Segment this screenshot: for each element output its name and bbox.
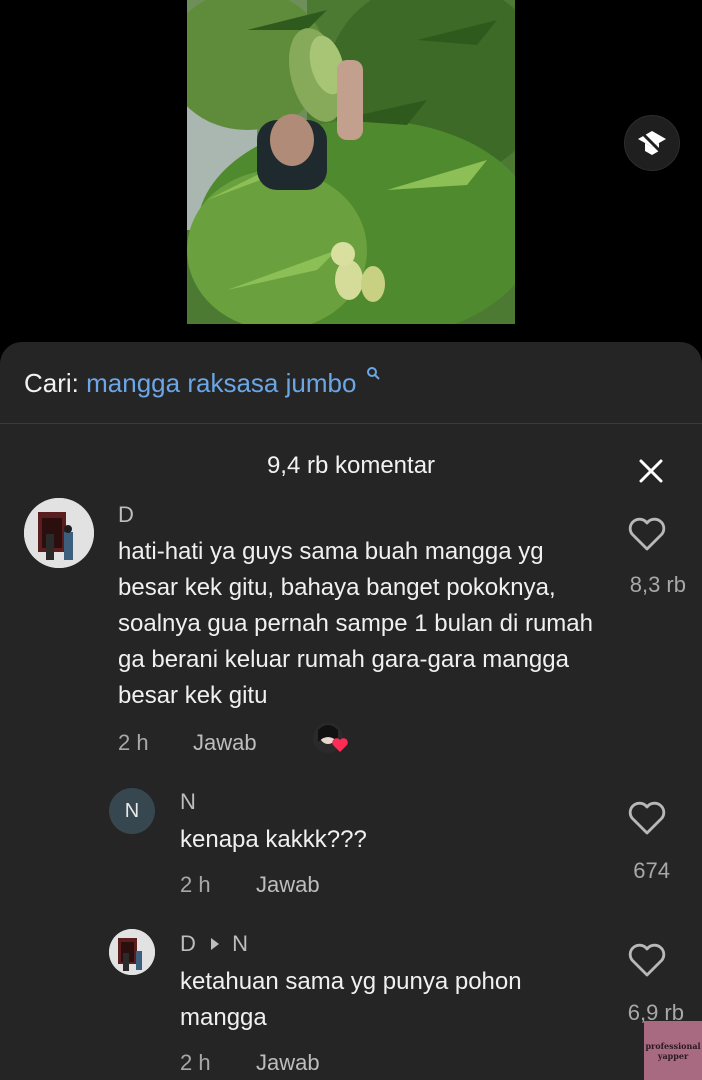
video-area[interactable] <box>0 0 702 360</box>
comment-username[interactable]: D <box>118 502 134 528</box>
heart-icon[interactable] <box>627 800 667 836</box>
watermark-line-1: professional <box>645 1040 701 1051</box>
like-count: 674 <box>633 858 670 883</box>
creator-heart-icon <box>313 723 348 753</box>
reply-button[interactable]: Jawab <box>256 872 320 898</box>
close-icon[interactable] <box>636 456 666 486</box>
reply-item: D N ketahuan sama yg punya pohon mangga … <box>0 926 702 1080</box>
reply-button[interactable]: Jawab <box>256 1050 320 1076</box>
comment-text: hati-hati ya guys sama buah mangga yg be… <box>118 538 593 709</box>
comment-text: kenapa kakkk??? <box>180 826 367 853</box>
heart-icon[interactable] <box>627 942 667 978</box>
watermark: professional yapper <box>644 1021 702 1080</box>
comment-username[interactable]: D N <box>180 931 248 957</box>
comment-username[interactable]: N <box>180 789 196 815</box>
avatar[interactable]: N <box>109 788 155 834</box>
reply-target[interactable]: N <box>232 931 248 956</box>
hat-icon <box>638 129 666 157</box>
comment-text: ketahuan sama yg punya pohon mangga <box>180 968 522 1031</box>
watermark-line-2: yapper <box>657 1050 689 1061</box>
reply-button[interactable]: Jawab <box>193 730 257 756</box>
comment-item: D hati-hati ya guys sama buah mangga yg … <box>0 496 702 766</box>
dismiss-mode-button[interactable] <box>624 115 680 171</box>
reply-arrow-icon <box>211 937 220 950</box>
screen: Cari: mangga raksasa jumbo 9,4 rb koment… <box>0 0 702 1080</box>
reply-author[interactable]: D <box>180 931 196 956</box>
avatar[interactable] <box>109 929 155 975</box>
search-term-link[interactable]: mangga raksasa jumbo <box>86 368 356 398</box>
search-prefix: Cari: <box>24 368 79 398</box>
comment-time: 2 h <box>118 730 149 755</box>
comment-time: 2 h <box>180 872 211 897</box>
search-suggestion[interactable]: Cari: mangga raksasa jumbo <box>0 342 702 424</box>
creator-liked-badge <box>312 722 350 756</box>
like-count: 8,3 rb <box>629 572 686 597</box>
heart-icon[interactable] <box>627 516 667 552</box>
video-thumbnail[interactable] <box>187 0 515 324</box>
avatar-image <box>24 498 94 568</box>
avatar-image <box>109 929 155 975</box>
comment-time: 2 h <box>180 1050 211 1075</box>
video-image <box>187 0 515 324</box>
reply-item: N N kenapa kakkk??? 2 h Jawab 674 <box>0 784 702 914</box>
comment-count: 9,4 rb komentar <box>266 452 436 479</box>
comments-sheet: Cari: mangga raksasa jumbo 9,4 rb koment… <box>0 342 702 1080</box>
search-icon[interactable] <box>366 366 380 380</box>
avatar[interactable] <box>24 498 94 568</box>
